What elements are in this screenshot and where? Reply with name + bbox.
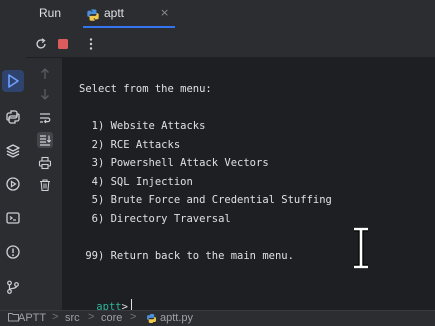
breadcrumb-separator: > [130, 311, 137, 323]
tab-aptt[interactable]: aptt × [83, 0, 175, 28]
trash-icon [40, 179, 50, 192]
run-toolbar [26, 28, 435, 58]
console-output[interactable]: Select from the menu: 1) Website Attacks… [62, 58, 435, 313]
more-options-icon [89, 38, 93, 50]
run-window-title: Run [39, 6, 62, 20]
breadcrumb-core[interactable]: core [101, 312, 122, 324]
console-line: 5) Brute Force and Credential Stuffing [79, 194, 332, 206]
scroll-up-button[interactable] [37, 66, 53, 82]
console-line: 1) Website Attacks [79, 120, 206, 132]
python-packages-icon [6, 110, 20, 124]
breadcrumb-separator: > [88, 311, 95, 323]
clear-all-button[interactable] [37, 177, 53, 193]
services-icon [6, 177, 20, 191]
arrow-down-icon [41, 89, 49, 100]
console-line: 6) Directory Traversal [79, 212, 231, 225]
breadcrumb-file[interactable]: aptt.py [160, 312, 193, 324]
run-tool-window-button[interactable] [2, 70, 24, 92]
print-icon [38, 156, 52, 170]
arrow-up-icon [41, 68, 49, 79]
breadcrumb-project[interactable]: APTT [18, 312, 46, 324]
scroll-to-end-icon [40, 135, 52, 146]
problems-button[interactable] [2, 241, 24, 263]
terminal-icon [6, 212, 20, 224]
stop-button[interactable] [55, 36, 71, 52]
console-side-toolbar [26, 58, 62, 310]
scroll-down-button[interactable] [37, 86, 53, 102]
console-line: 3) Powershell Attack Vectors [79, 157, 269, 169]
layers-icon [6, 144, 20, 158]
run-icon [8, 74, 19, 88]
breadcrumb-separator: > [52, 311, 59, 323]
soft-wrap-icon [40, 113, 51, 124]
python-file-icon [86, 7, 100, 26]
soft-wrap-button[interactable] [37, 110, 53, 126]
status-bar: APTT > src > core > aptt.py [0, 310, 435, 326]
console-line: 4) SQL Injection [79, 175, 193, 188]
activity-bar [0, 0, 26, 310]
console-line: 2) RCE Attacks [79, 138, 181, 151]
stop-icon [58, 39, 68, 49]
run-tool-window-header: Run aptt × [26, 0, 435, 28]
git-button[interactable] [2, 276, 24, 298]
rerun-icon [36, 38, 46, 49]
print-button[interactable] [37, 155, 53, 171]
python-file-icon [146, 313, 157, 326]
rerun-button[interactable] [33, 36, 49, 52]
services-button[interactable] [2, 173, 24, 195]
git-branch-icon [7, 280, 19, 294]
tab-label: aptt [104, 6, 125, 20]
console-line: Select from the menu: [79, 83, 212, 95]
text-cursor-icon [351, 226, 371, 272]
breadcrumb-src[interactable]: src [65, 312, 80, 324]
tab-close-button[interactable]: × [160, 6, 169, 19]
python-console-button[interactable] [2, 106, 24, 128]
terminal-button[interactable] [2, 207, 24, 229]
more-options-button[interactable] [83, 36, 99, 52]
layers-button[interactable] [2, 140, 24, 162]
console-line: 99) Return back to the main menu. [79, 249, 294, 262]
scroll-to-end-button[interactable] [37, 132, 53, 148]
problems-icon [6, 245, 20, 259]
